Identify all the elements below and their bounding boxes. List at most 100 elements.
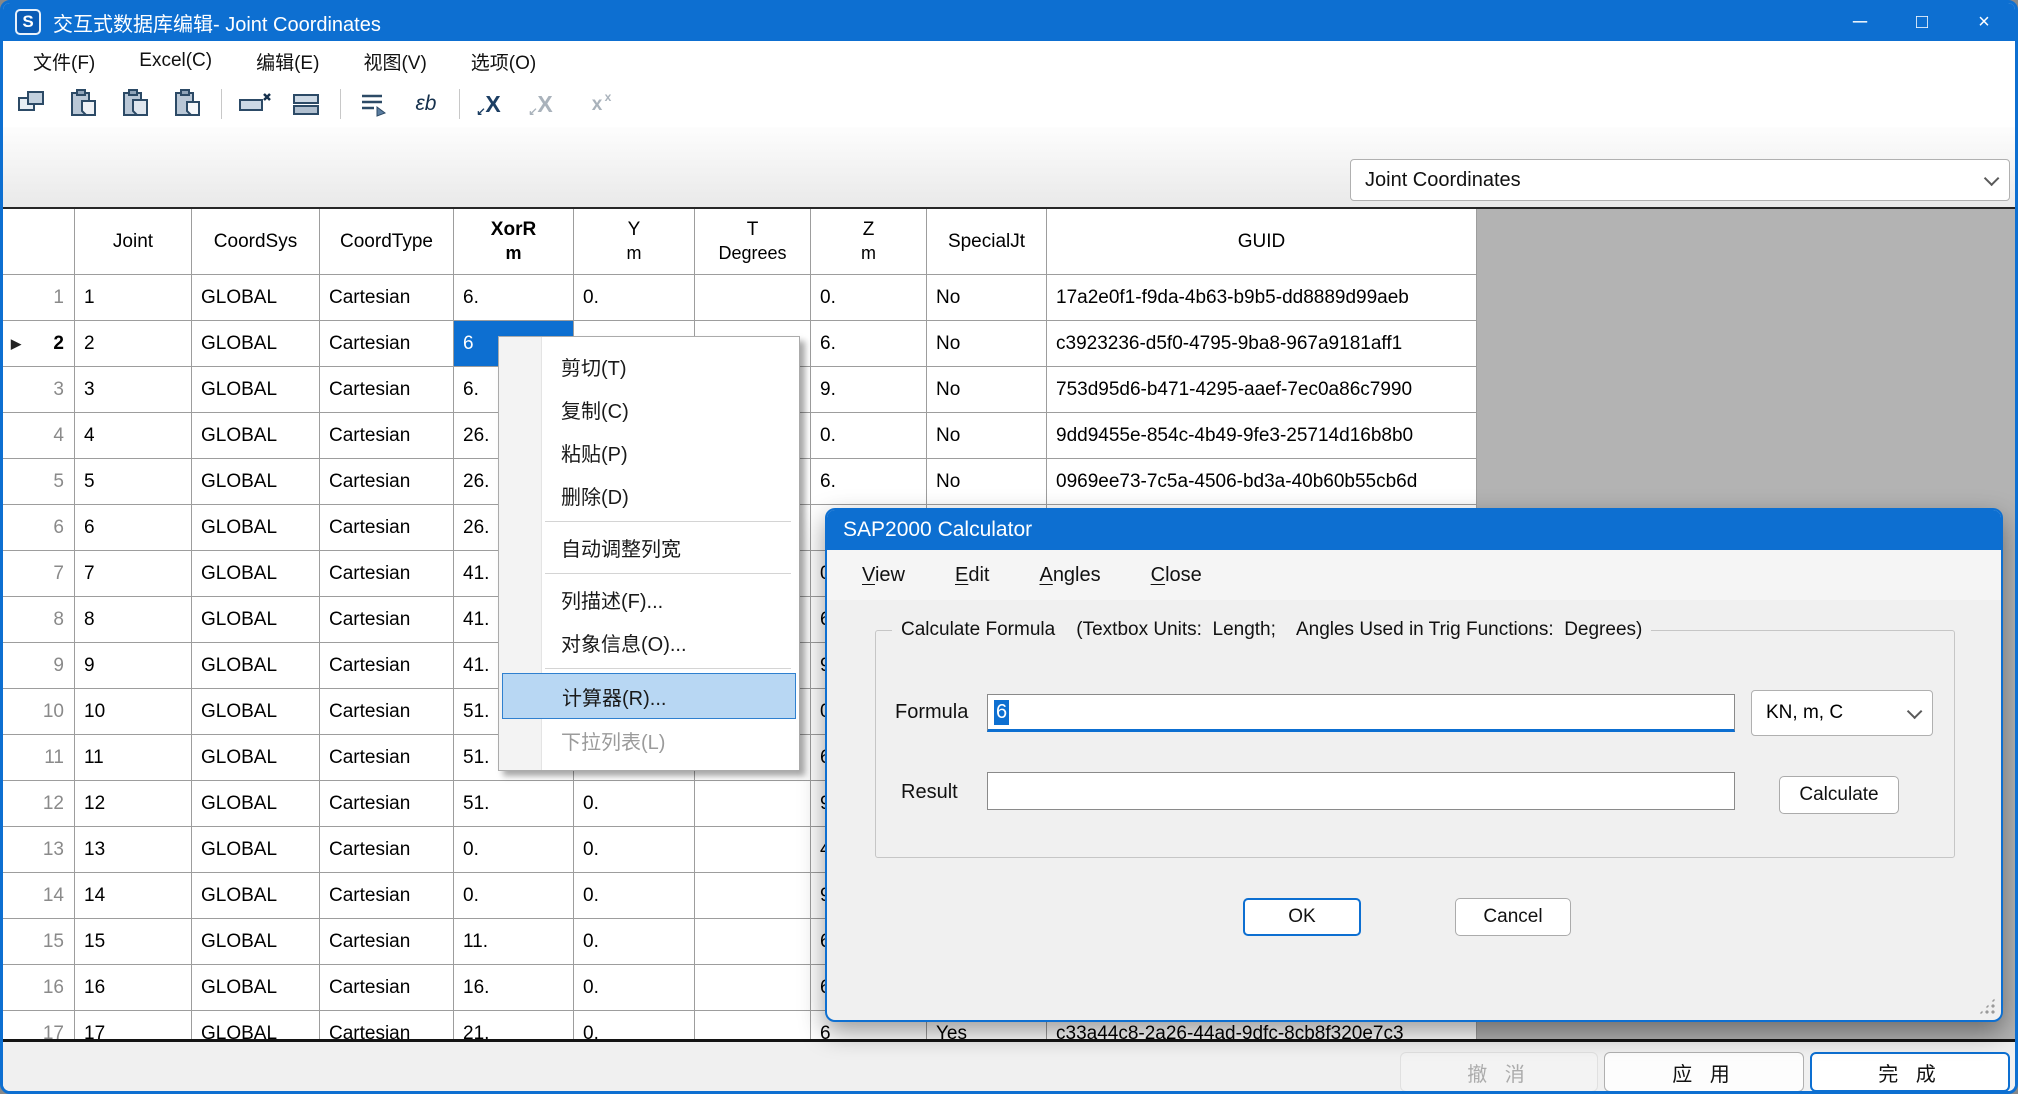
undo-button[interactable]: 撤 消 [1400, 1052, 1598, 1092]
cell-coordsys[interactable]: GLOBAL [192, 965, 320, 1010]
cell-y[interactable]: 0. [574, 781, 695, 826]
calculator-menu-angles[interactable]: Angles [1039, 564, 1100, 587]
row-header[interactable]: 3 [3, 367, 75, 412]
cell-joint[interactable]: 15 [75, 919, 192, 964]
row-header[interactable]: 13 [3, 827, 75, 872]
cell-coordsys[interactable]: GLOBAL [192, 505, 320, 550]
cell-y[interactable]: 0. [574, 1011, 695, 1039]
context-menu-item[interactable]: 复制(C) [499, 388, 799, 431]
cell-coordtype[interactable]: Cartesian [320, 367, 454, 412]
cell-coordtype[interactable]: Cartesian [320, 505, 454, 550]
cancel-button[interactable]: Cancel [1455, 898, 1571, 936]
header-z[interactable]: Zm [811, 209, 927, 274]
cell-joint[interactable]: 9 [75, 643, 192, 688]
header-y[interactable]: Ym [574, 209, 695, 274]
cell-coordsys[interactable]: GLOBAL [192, 827, 320, 872]
cell-xorr[interactable]: 0. [454, 827, 574, 872]
cell-coordsys[interactable]: GLOBAL [192, 873, 320, 918]
cell-z[interactable]: 9. [811, 367, 927, 412]
cell-coordtype[interactable]: Cartesian [320, 735, 454, 780]
row-header[interactable]: 8 [3, 597, 75, 642]
cell-xorr[interactable]: 11. [454, 919, 574, 964]
cell-joint[interactable]: 1 [75, 275, 192, 320]
cell-coordtype[interactable]: Cartesian [320, 689, 454, 734]
row-header[interactable]: 15 [3, 919, 75, 964]
row-header[interactable]: 11 [3, 735, 75, 780]
cell-guid[interactable]: 17a2e0f1-f9da-4b63-b9b5-dd8889d99aeb [1047, 275, 1477, 320]
cell-z[interactable]: 6. [811, 459, 927, 504]
cell-specialjt[interactable]: No [927, 275, 1047, 320]
copy-cells-icon[interactable] [13, 85, 51, 123]
cell-coordtype[interactable]: Cartesian [320, 643, 454, 688]
cell-specialjt[interactable]: No [927, 459, 1047, 504]
row-header[interactable]: 17 [3, 1011, 75, 1039]
cell-coordtype[interactable]: Cartesian [320, 597, 454, 642]
done-button[interactable]: 完 成 [1810, 1052, 2010, 1092]
close-button[interactable]: × [1953, 3, 2015, 41]
row-header[interactable]: 4 [3, 413, 75, 458]
row-header[interactable]: 6 [3, 505, 75, 550]
cell-coordsys[interactable]: GLOBAL [192, 1011, 320, 1039]
formula-input[interactable]: 6 [987, 694, 1735, 732]
x-delete-icon[interactable]: ↙X [474, 85, 512, 123]
header-t[interactable]: TDegrees [695, 209, 811, 274]
cell-t[interactable] [695, 965, 811, 1010]
cell-coordsys[interactable]: GLOBAL [192, 551, 320, 596]
cell-joint[interactable]: 5 [75, 459, 192, 504]
cell-coordtype[interactable]: Cartesian [320, 551, 454, 596]
cell-joint[interactable]: 7 [75, 551, 192, 596]
cell-joint[interactable]: 3 [75, 367, 192, 412]
paste-append-icon[interactable] [169, 85, 207, 123]
ok-button[interactable]: OK [1243, 898, 1361, 936]
cell-joint[interactable]: 2 [75, 321, 192, 366]
cell-specialjt[interactable]: No [927, 321, 1047, 366]
row-header[interactable]: 9 [3, 643, 75, 688]
cell-coordsys[interactable]: GLOBAL [192, 919, 320, 964]
minimize-button[interactable]: ─ [1829, 3, 1891, 41]
cell-joint[interactable]: 4 [75, 413, 192, 458]
cell-joint[interactable]: 6 [75, 505, 192, 550]
calculator-menu-edit[interactable]: Edit [955, 564, 989, 587]
cell-coordtype[interactable]: Cartesian [320, 919, 454, 964]
cell-coordtype[interactable]: Cartesian [320, 459, 454, 504]
find-replace-icon[interactable] [355, 85, 393, 123]
calculator-menu-view[interactable]: View [862, 564, 905, 587]
cell-joint[interactable]: 10 [75, 689, 192, 734]
row-header[interactable]: 5 [3, 459, 75, 504]
cell-coordsys[interactable]: GLOBAL [192, 275, 320, 320]
context-menu-item[interactable]: 计算器(R)... [502, 673, 796, 719]
cell-t[interactable] [695, 275, 811, 320]
header-coordtype[interactable]: CoordType [320, 209, 454, 274]
cell-coordsys[interactable]: GLOBAL [192, 689, 320, 734]
context-menu-item[interactable]: 粘贴(P) [499, 431, 799, 474]
cell-joint[interactable]: 16 [75, 965, 192, 1010]
cell-specialjt[interactable]: No [927, 367, 1047, 412]
cell-xorr[interactable]: 16. [454, 965, 574, 1010]
cell-y[interactable]: 0. [574, 965, 695, 1010]
units-dropdown[interactable]: KN, m, C [1751, 690, 1933, 736]
header-joint[interactable]: Joint [75, 209, 192, 274]
paste-icon[interactable] [65, 85, 103, 123]
cell-xorr[interactable]: 0. [454, 873, 574, 918]
cell-t[interactable] [695, 919, 811, 964]
cell-coordtype[interactable]: Cartesian [320, 827, 454, 872]
cell-t[interactable] [695, 873, 811, 918]
cell-xorr[interactable]: 51. [454, 781, 574, 826]
cell-coordtype[interactable]: Cartesian [320, 873, 454, 918]
menu-file[interactable]: 文件(F) [33, 48, 95, 75]
header-specialjt[interactable]: SpecialJt [927, 209, 1047, 274]
cell-coordsys[interactable]: GLOBAL [192, 459, 320, 504]
menu-view[interactable]: 视图(V) [363, 48, 426, 75]
header-guid[interactable]: GUID [1047, 209, 1477, 274]
cell-coordtype[interactable]: Cartesian [320, 965, 454, 1010]
x-exponent-icon[interactable]: xx [578, 85, 616, 123]
cell-xorr[interactable]: 6. [454, 275, 574, 320]
header-xorr[interactable]: XorRm [454, 209, 574, 274]
cell-coordsys[interactable]: GLOBAL [192, 367, 320, 412]
cell-coordsys[interactable]: GLOBAL [192, 781, 320, 826]
menu-excel[interactable]: Excel(C) [139, 50, 212, 72]
cell-z[interactable]: 0. [811, 413, 927, 458]
table-selector-dropdown[interactable]: Joint Coordinates [1350, 159, 2010, 201]
row-header[interactable]: 14 [3, 873, 75, 918]
row-header[interactable]: 10 [3, 689, 75, 734]
